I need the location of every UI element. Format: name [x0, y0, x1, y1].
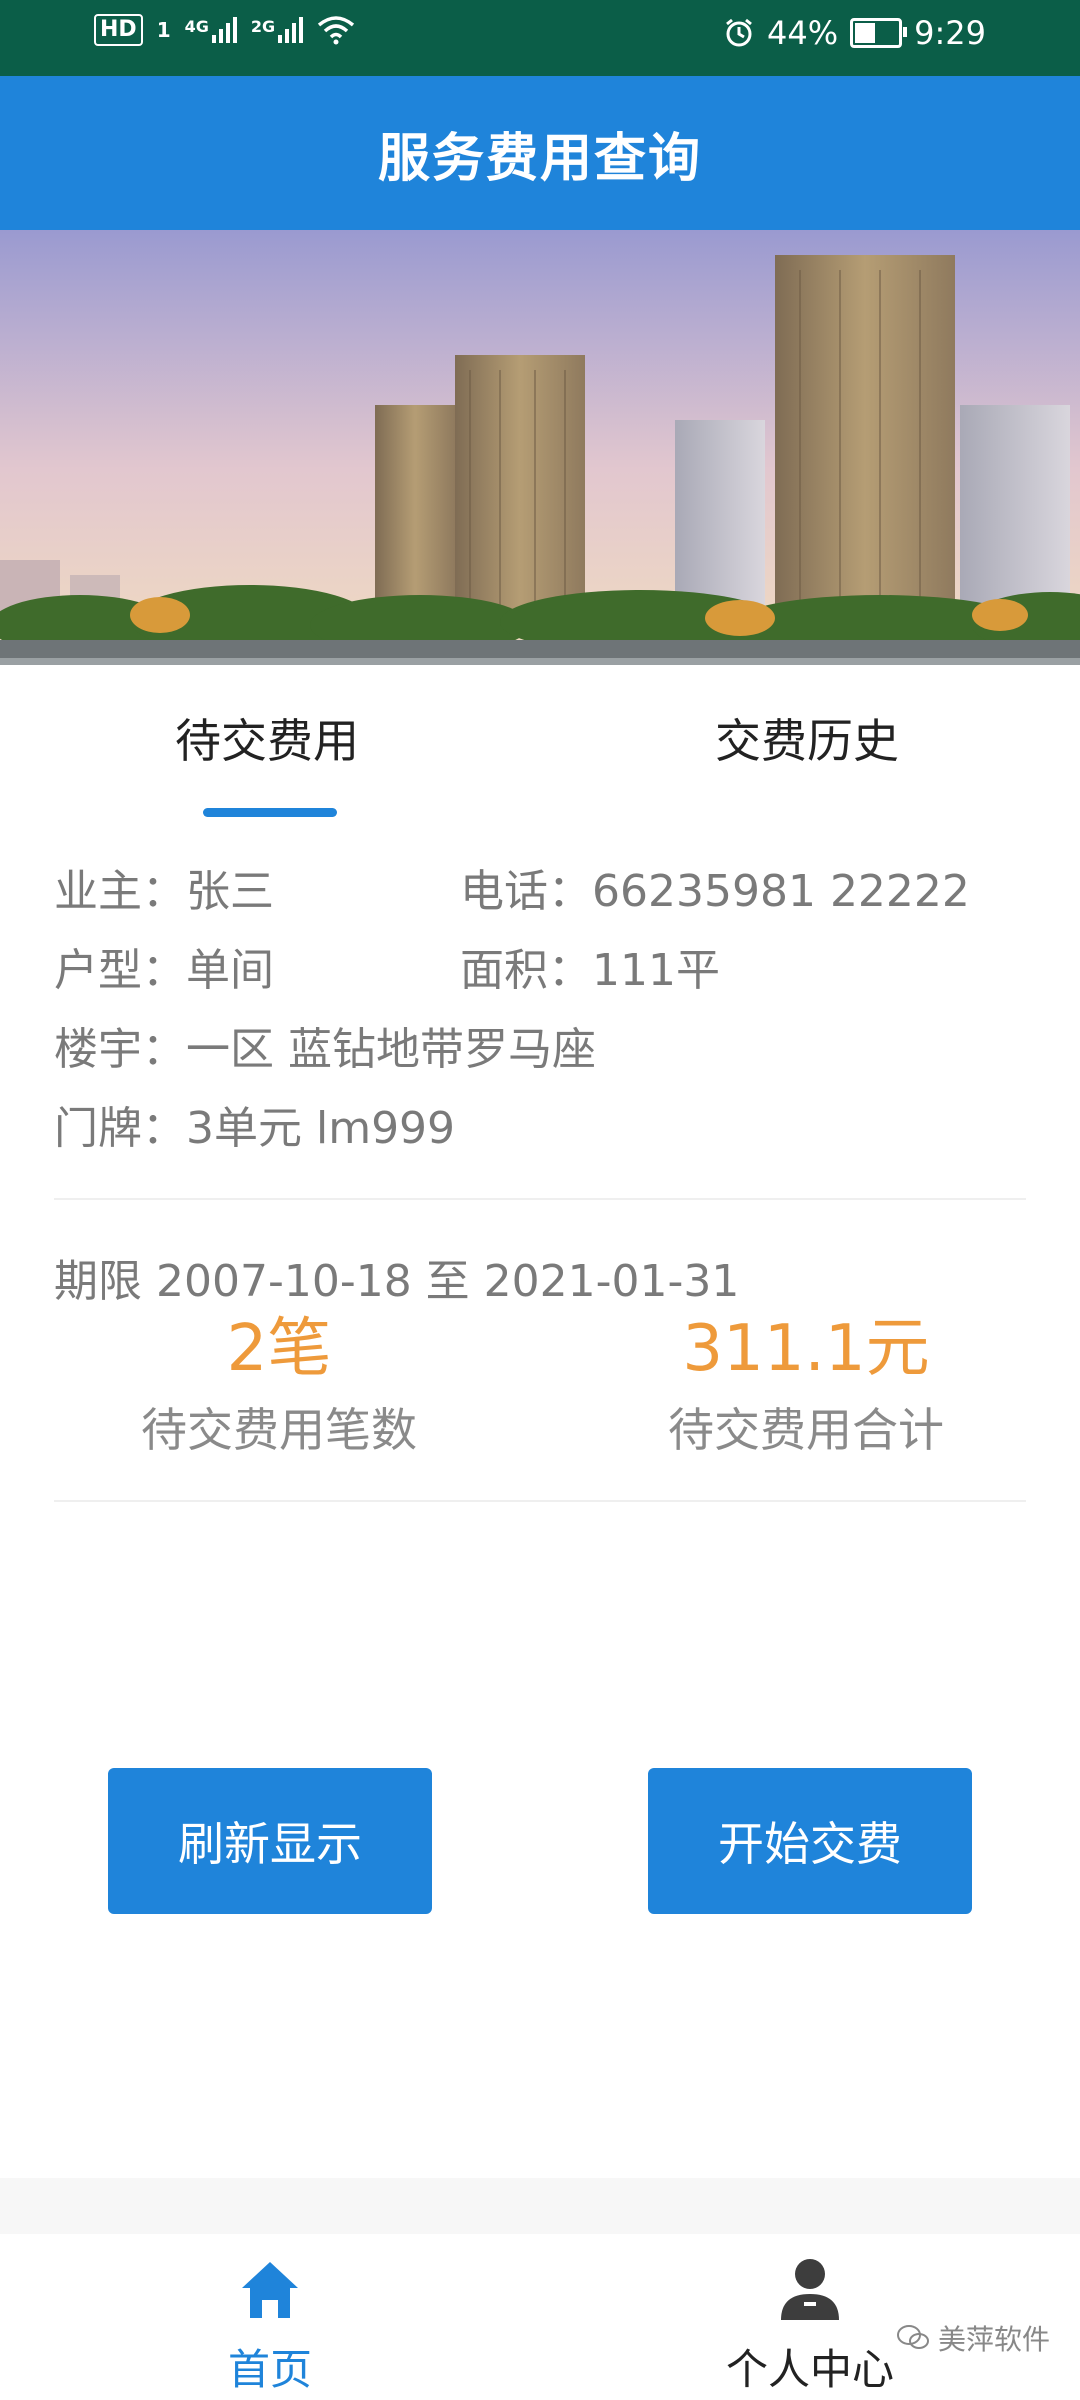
person-icon	[781, 2259, 839, 2320]
divider	[54, 1198, 1026, 1200]
pending-count-value: 2笔	[226, 1312, 332, 1386]
active-tab-indicator	[203, 808, 337, 817]
watermark-text: 美萍软件	[937, 2323, 1050, 2356]
tab-pending-fees[interactable]: 待交费用	[175, 705, 359, 771]
alarm-icon	[726, 18, 752, 47]
bottom-nav: 首页 个人中心 美萍软件	[0, 2234, 1080, 2400]
nav-profile[interactable]: 个人中心	[710, 2256, 910, 2397]
wifi-icon	[318, 16, 355, 45]
pending-total: 311.1元 待交费用合计	[656, 1312, 956, 1460]
nav-home[interactable]: 首页	[190, 2258, 350, 2397]
fee-period: 期限 2007-10-18 至 2021-01-31	[54, 1256, 740, 1307]
page-title: 服务费用查询	[377, 128, 702, 189]
divider	[54, 1500, 1026, 1502]
owner-name: 业主：张三	[54, 866, 274, 917]
network-type-label-2: 2G	[250, 17, 276, 36]
clock: 9:29	[914, 14, 986, 52]
tab-payment-history[interactable]: 交费历史	[715, 705, 899, 771]
hd-indicator: HD	[94, 14, 143, 46]
battery-icon	[850, 18, 908, 48]
status-left: HD 1 4G 2G	[94, 14, 355, 46]
owner-phone: 电话：66235981 22222	[460, 866, 970, 917]
building-name: 楼宇：一区 蓝钻地带罗马座	[54, 1024, 596, 1075]
banner-image	[0, 230, 1080, 665]
watermark: 美萍软件	[896, 2318, 1050, 2358]
nav-home-label: 首页	[227, 2345, 312, 2394]
nav-separator	[0, 2178, 1080, 2234]
tab-bar: 待交费用 交费历史	[0, 665, 1080, 825]
start-payment-button[interactable]: 开始交费	[648, 1768, 972, 1914]
signal-icon-2: 2G	[250, 17, 304, 43]
pending-count: 2笔 待交费用笔数	[134, 1312, 424, 1460]
refresh-button[interactable]: 刷新显示	[108, 1768, 432, 1914]
wechat-icon	[896, 2325, 929, 2349]
door-number: 门牌：3单元 lm999	[54, 1103, 456, 1154]
nav-profile-label: 个人中心	[725, 2345, 894, 2394]
unit-area: 面积：111平	[460, 945, 720, 996]
pending-total-label: 待交费用合计	[668, 1403, 944, 1457]
sim-index: 1	[156, 18, 171, 42]
pending-total-value: 311.1元	[682, 1312, 930, 1386]
network-type-label: 4G	[184, 17, 209, 36]
signal-icon: 4G	[185, 17, 237, 43]
home-icon	[242, 2262, 298, 2318]
pending-count-label: 待交费用笔数	[141, 1403, 417, 1457]
status-bar: HD 1 4G 2G 44% 9:29	[0, 0, 1080, 76]
battery-percent: 44%	[767, 14, 839, 52]
unit-type: 户型：单间	[54, 945, 274, 996]
status-right: 44% 9:29	[723, 14, 986, 52]
app-header: 服务费用查询	[0, 76, 1080, 230]
